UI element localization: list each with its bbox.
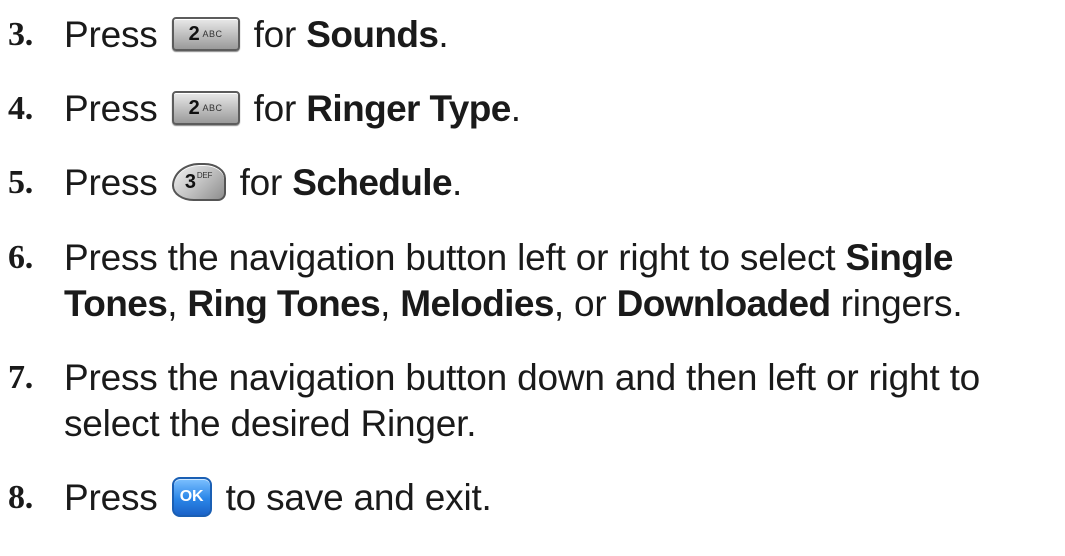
key-sub-label: DEF [196, 171, 213, 181]
separator: , [167, 283, 178, 324]
step-number: 6. [8, 239, 34, 276]
step-text-pre: Press [64, 14, 158, 55]
step-text-line1: Press the navigation button left or righ… [64, 237, 836, 278]
step-text: Press 2 ABC for Sounds. [64, 12, 1058, 58]
step-6: 6. Press the navigation button left or r… [8, 235, 1058, 327]
menu-item-ringer-type: Ringer Type [306, 88, 511, 129]
step-text: Press the navigation button left or righ… [64, 235, 1058, 327]
step-text-pre: Press [64, 477, 158, 518]
menu-item-sounds: Sounds [306, 14, 439, 55]
key-label: 3 [184, 171, 196, 194]
step-text-mid: for [253, 88, 297, 129]
key-2-abc-icon: 2 ABC [171, 91, 240, 126]
step-number: 7. [8, 359, 34, 396]
option-single-tones-cont: Tones [64, 283, 168, 324]
option-melodies: Melodies [400, 283, 554, 324]
key-label: OK [171, 477, 212, 518]
step-3: 3. Press 2 ABC for Sounds. [8, 12, 1058, 58]
step-text-mid: for [239, 162, 283, 203]
step-text-pre: Press [64, 162, 158, 203]
step-8: 8. Press OK to save and exit. [8, 475, 1058, 521]
step-text-mid: for [253, 14, 297, 55]
step-4: 4. Press 2 ABC for Ringer Type. [8, 86, 1058, 132]
separator: , or [553, 283, 607, 324]
step-text-end: ringers. [840, 283, 963, 324]
option-ring-tones: Ring Tones [187, 283, 381, 324]
option-single-tones: Single [845, 237, 953, 278]
menu-item-schedule: Schedule [292, 162, 452, 203]
step-text-pre: Press [64, 88, 158, 129]
step-text-post: to save and exit. [225, 477, 492, 518]
step-text: Press the navigation button down and the… [64, 355, 1058, 447]
key-label: 2 [188, 23, 200, 46]
step-text-line2: select the desired Ringer. [64, 403, 477, 444]
step-5: 5. Press 3 DEF for Schedule. [8, 160, 1058, 206]
step-text: Press 2 ABC for Ringer Type. [64, 86, 1058, 132]
step-7: 7. Press the navigation button down and … [8, 355, 1058, 447]
step-text-post: . [438, 14, 449, 55]
key-2-abc-icon: 2 ABC [171, 17, 240, 52]
key-sub-label: ABC [202, 102, 223, 113]
step-number: 5. [8, 164, 34, 201]
step-text: Press OK to save and exit. [64, 475, 1058, 521]
option-downloaded: Downloaded [616, 283, 832, 324]
separator: , [380, 283, 391, 324]
step-number: 3. [8, 16, 34, 53]
step-text: Press 3 DEF for Schedule. [64, 160, 1058, 206]
key-label: 2 [188, 97, 200, 120]
step-number: 4. [8, 90, 34, 127]
step-number: 8. [8, 479, 34, 516]
step-text-post: . [451, 162, 463, 203]
step-text-post: . [510, 88, 521, 129]
key-3-def-icon: 3 DEF [171, 163, 226, 202]
key-sub-label: ABC [202, 28, 223, 39]
step-text-line1: Press the navigation button down and the… [64, 357, 981, 398]
ok-key-icon: OK [171, 477, 212, 518]
